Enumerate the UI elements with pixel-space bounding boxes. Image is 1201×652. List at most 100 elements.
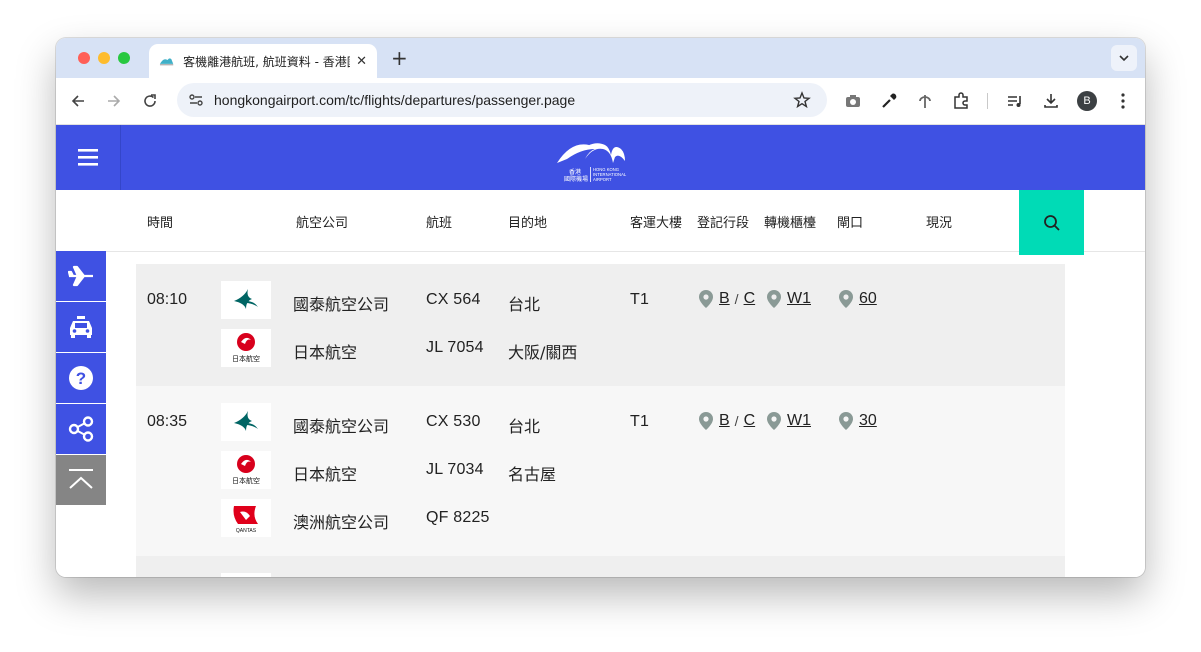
- arrow-right-icon: [108, 95, 121, 107]
- chevron-down-icon: [1119, 55, 1129, 62]
- hkia-favicon-icon: [159, 58, 174, 66]
- plane-icon: [68, 265, 93, 287]
- transfer-desk[interactable]: W1: [766, 289, 811, 309]
- col-airline: 航空公司: [296, 216, 349, 231]
- share-icon: [68, 416, 94, 442]
- url-text: hongkongairport.com/tc/flights/departure…: [214, 92, 576, 108]
- flight-number[interactable]: QF 8225: [426, 509, 490, 527]
- cathay-logo: [221, 403, 271, 441]
- close-window-button[interactable]: [78, 52, 90, 64]
- flight-number[interactable]: CX 564: [426, 291, 481, 309]
- cathay-logo: [221, 281, 271, 319]
- flight-row[interactable]: 08:35 國泰航空公司 CX 530 台北 日本航空 日本航空 JL 7034…: [136, 386, 1065, 556]
- svg-text:日本航空: 日本航空: [232, 476, 260, 485]
- destination: 名古屋: [508, 465, 557, 484]
- tab-bar: 客機離港航班, 航班資料 - 香港國際機場 ✕ +: [56, 38, 1145, 78]
- help-icon: ?: [69, 366, 93, 390]
- more-menu-icon[interactable]: [1113, 91, 1133, 111]
- active-tab[interactable]: 客機離港航班, 航班資料 - 香港國際機場 ✕: [149, 44, 377, 78]
- airline-name: 國泰航空公司: [293, 295, 390, 314]
- svg-text:AIRPORT: AIRPORT: [593, 177, 612, 182]
- side-help-button[interactable]: ?: [56, 353, 106, 403]
- airline-logo: [221, 573, 271, 577]
- tab-search-button[interactable]: [1111, 45, 1137, 71]
- col-gate: 閘口: [837, 216, 864, 231]
- hamburger-icon: [78, 149, 98, 166]
- col-transfer: 轉機櫃檯: [764, 216, 817, 231]
- bookmark-star-icon[interactable]: [793, 91, 811, 109]
- svg-text:日本航空: 日本航空: [232, 354, 260, 363]
- flight-row[interactable]: 08:10 國泰航空公司 CX 564 台北 日本航空 日本航空 JL 7054…: [136, 264, 1065, 386]
- back-to-top-button[interactable]: [56, 455, 106, 505]
- jal-logo: 日本航空: [221, 451, 271, 489]
- terminal: T1: [630, 413, 650, 430]
- forward-button[interactable]: [104, 91, 124, 111]
- back-button[interactable]: [68, 91, 88, 111]
- col-terminal: 客運大樓: [630, 216, 683, 231]
- side-share-button[interactable]: [56, 404, 106, 454]
- flight-row[interactable]: [136, 556, 1065, 577]
- airline-name: 日本航空: [293, 343, 358, 362]
- svg-text:國際機場: 國際機場: [564, 175, 588, 183]
- location-pin-icon: [699, 290, 713, 308]
- airline-name: 日本航空: [293, 465, 358, 484]
- site-header: 香港 國際機場 HONG KONG INTERNATIONAL AIRPORT: [56, 125, 1145, 190]
- location-pin-icon: [839, 290, 853, 308]
- translate-icon[interactable]: [915, 91, 935, 111]
- toolbar-separator: [987, 93, 988, 109]
- search-button[interactable]: [1019, 190, 1084, 255]
- flight-number[interactable]: CX 530: [426, 413, 481, 431]
- hkia-logo[interactable]: 香港 國際機場 HONG KONG INTERNATIONAL AIRPORT: [555, 133, 647, 183]
- camera-icon[interactable]: [843, 91, 863, 111]
- chevron-up-icon: [69, 469, 93, 489]
- checkin-aisle[interactable]: B / C: [698, 411, 755, 431]
- destination: 台北: [508, 417, 541, 436]
- gate[interactable]: 60: [838, 289, 877, 309]
- destination: 大阪/關西: [508, 343, 578, 362]
- svg-text:?: ?: [76, 369, 86, 388]
- svg-text:QANTAS: QANTAS: [236, 528, 257, 534]
- col-flight: 航班: [426, 216, 453, 231]
- flight-table-header: 時間 航空公司 航班 目的地 客運大樓 登記行段 轉機櫃檯 閘口 現況: [56, 190, 1145, 252]
- site-settings-icon[interactable]: [188, 92, 204, 108]
- flight-time: 08:35: [147, 413, 188, 430]
- location-pin-icon: [839, 412, 853, 430]
- col-time: 時間: [147, 216, 174, 231]
- tab-title: 客機離港航班, 航班資料 - 香港國際機場: [183, 54, 350, 69]
- airline-name: 澳洲航空公司: [293, 513, 390, 532]
- transfer-desk[interactable]: W1: [766, 411, 811, 431]
- location-pin-icon: [767, 412, 781, 430]
- new-tab-button[interactable]: +: [391, 46, 408, 70]
- hamburger-menu-button[interactable]: [56, 125, 121, 190]
- tab-close-icon[interactable]: ✕: [356, 54, 367, 69]
- flight-number[interactable]: JL 7054: [426, 339, 484, 357]
- flight-number[interactable]: JL 7034: [426, 461, 484, 479]
- airline-name: 國泰航空公司: [293, 417, 390, 436]
- reload-button[interactable]: [140, 91, 160, 111]
- arrow-left-icon: [71, 95, 84, 107]
- minimize-window-button[interactable]: [98, 52, 110, 64]
- download-icon[interactable]: [1041, 91, 1061, 111]
- checkin-aisle[interactable]: B / C: [698, 289, 755, 309]
- side-flights-button[interactable]: [56, 251, 106, 301]
- browser-window: 客機離港航班, 航班資料 - 香港國際機場 ✕ + hongkongairpor…: [56, 38, 1145, 577]
- qantas-logo: QANTAS: [221, 499, 271, 537]
- terminal: T1: [630, 291, 650, 308]
- location-pin-icon: [767, 290, 781, 308]
- side-transport-button[interactable]: [56, 302, 106, 352]
- maximize-window-button[interactable]: [118, 52, 130, 64]
- flight-time: 08:10: [147, 291, 188, 308]
- address-bar[interactable]: hongkongairport.com/tc/flights/departure…: [177, 83, 827, 117]
- col-destination: 目的地: [508, 216, 548, 231]
- jal-logo: 日本航空: [221, 329, 271, 367]
- col-status: 現況: [926, 216, 953, 231]
- media-control-icon[interactable]: [1005, 91, 1025, 111]
- location-pin-icon: [699, 412, 713, 430]
- profile-avatar[interactable]: B: [1077, 91, 1097, 111]
- extensions-icon[interactable]: [951, 91, 971, 111]
- svg-text:香港: 香港: [569, 168, 581, 176]
- taxi-icon: [70, 316, 92, 338]
- gate[interactable]: 30: [838, 411, 877, 431]
- browser-toolbar: hongkongairport.com/tc/flights/departure…: [56, 78, 1145, 125]
- eyedropper-icon[interactable]: [879, 91, 899, 111]
